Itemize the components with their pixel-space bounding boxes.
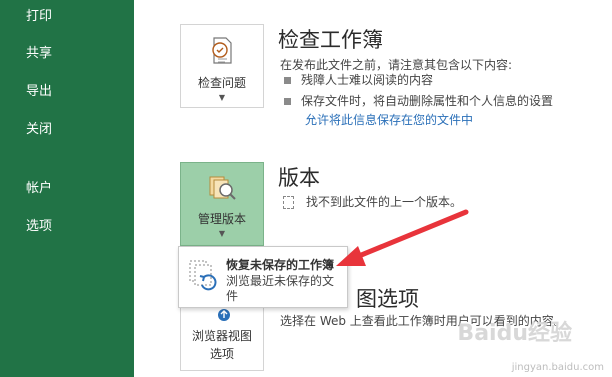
sidebar-item-close[interactable]: 关闭 xyxy=(26,118,52,137)
inspect-bullet-1: 残障人士难以阅读的内容 xyxy=(284,71,433,88)
versions-message: 找不到此文件的上一个版本。 xyxy=(306,195,463,209)
sidebar-item-export[interactable]: 导出 xyxy=(26,80,52,99)
inspect-issues-button[interactable]: 检查问题 ▼ xyxy=(180,24,264,108)
inspect-bullet-2-text: 保存文件时，将自动删除属性和个人信息的设置 xyxy=(301,94,554,108)
bullet-icon xyxy=(284,77,291,84)
sidebar-item-account[interactable]: 帐户 xyxy=(26,177,52,196)
sidebar-item-options[interactable]: 选项 xyxy=(26,215,52,234)
browser-view-label-2: 选项 xyxy=(209,347,234,361)
manage-versions-label: 管理版本 xyxy=(197,212,246,226)
backstage-sidebar: 打印 共享 导出 关闭 帐户 选项 xyxy=(0,0,134,377)
allow-save-info-link[interactable]: 允许将此信息保存在您的文件中 xyxy=(305,111,473,128)
versions-icon xyxy=(209,176,236,200)
recover-unsaved-title: 恢复未保存的工作簿 xyxy=(226,258,335,272)
watermark-logo: Baidu经验 xyxy=(457,321,572,346)
no-versions-icon xyxy=(283,196,294,209)
bullet-icon xyxy=(284,98,291,105)
inspect-issues-label: 检查问题 xyxy=(197,76,246,90)
browser-view-label-1: 浏览器视图 xyxy=(191,329,252,343)
inspect-document-icon xyxy=(212,37,232,64)
versions-title: 版本 xyxy=(278,166,320,190)
sidebar-item-share[interactable]: 共享 xyxy=(26,42,52,61)
versions-message-row: 找不到此文件的上一个版本。 xyxy=(283,193,462,210)
recover-unsaved-icon xyxy=(189,260,217,291)
sidebar-item-print[interactable]: 打印 xyxy=(26,5,52,24)
inspect-title: 检查工作簿 xyxy=(278,28,383,52)
manage-versions-button[interactable]: 管理版本 ▼ xyxy=(180,162,264,246)
browser-view-icon xyxy=(218,309,230,321)
chevron-down-icon: ▼ xyxy=(218,93,226,102)
manage-versions-dropdown[interactable]: 恢复未保存的工作簿 浏览最近未保存的文件 xyxy=(178,246,348,308)
chevron-down-icon: ▼ xyxy=(218,229,226,238)
recover-unsaved-desc: 浏览最近未保存的文件 xyxy=(226,274,335,303)
inspect-bullet-2: 保存文件时，将自动删除属性和个人信息的设置 xyxy=(284,92,553,109)
inspect-bullet-1-text: 残障人士难以阅读的内容 xyxy=(301,73,434,87)
browser-view-title: 图选项 xyxy=(356,287,419,311)
watermark-text: jingyan.baidu.com xyxy=(511,362,604,373)
